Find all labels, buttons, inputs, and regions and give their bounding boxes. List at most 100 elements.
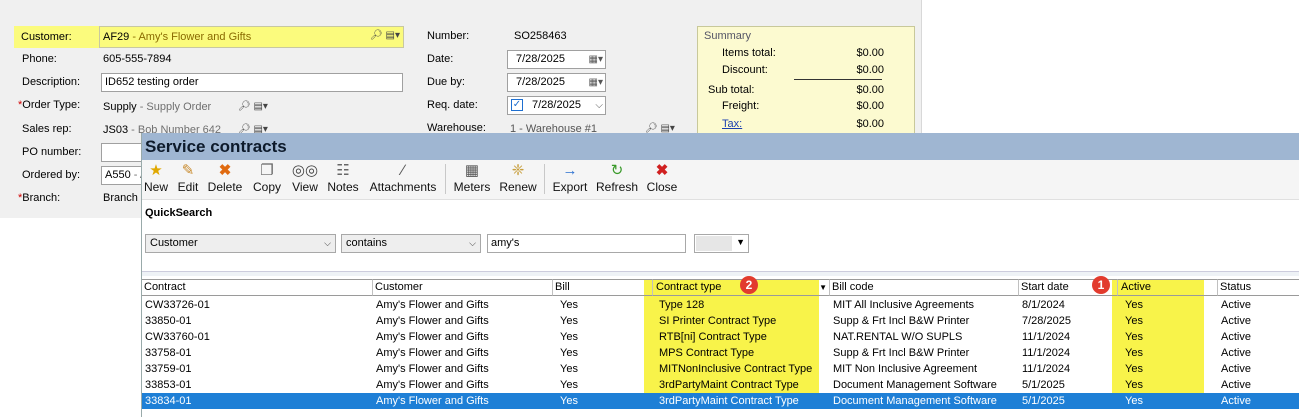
cell-contract-type: Type 128 [659, 299, 705, 311]
pencil-icon: ✎ [181, 162, 195, 179]
quicksearch-label: QuickSearch [145, 207, 213, 219]
cell-bill-code: Document Management Software [833, 395, 997, 407]
cell-bill: Yes [560, 347, 578, 359]
cell-start-date: 11/1/2024 [1022, 363, 1071, 375]
customer-field[interactable]: AF29 - Amy's Flower and Gifts 🔎︎ ▤▾ [99, 26, 404, 48]
export-button[interactable]: → Export [551, 162, 589, 194]
chevron-down-icon[interactable]: ⌵ [595, 98, 603, 113]
quicksearch-operator-select[interactable]: contains ⌵ [341, 234, 481, 253]
cell-status: Active [1221, 363, 1251, 375]
cell-bill: Yes [560, 379, 578, 391]
cell-customer: Amy's Flower and Gifts [376, 363, 489, 375]
dropdown-arrow-icon: ▼ [736, 237, 745, 247]
table-row[interactable]: 33759-01 Amy's Flower and Gifts Yes MITNonI… [142, 361, 1299, 377]
binoculars-icon: ◎◎ [291, 162, 319, 179]
contracts-grid: Contract Customer Bill Contract type ▼ Bi… [142, 276, 1299, 417]
attachments-button[interactable]: ∕ Attachments [368, 162, 438, 194]
export-icon: → [562, 162, 578, 179]
star-icon: ★ [149, 162, 163, 179]
col-customer[interactable]: Customer [373, 279, 553, 296]
cell-start-date: 7/28/2025 [1022, 315, 1071, 327]
notes-button[interactable]: ☷ Notes [326, 162, 360, 194]
cell-active: Yes [1125, 315, 1143, 327]
cell-bill: Yes [560, 395, 578, 407]
ordered-by-field[interactable]: A550 - A [101, 166, 143, 185]
cell-contract: 33853-01 [145, 379, 192, 391]
req-date-label: Req. date: [427, 99, 478, 111]
branch-label: *Branch: [18, 192, 61, 204]
table-row[interactable]: 33758-01 Amy's Flower and Gifts Yes MPS Con… [142, 345, 1299, 361]
order-type-lookup-icon[interactable]: 🔎︎ ▤▾ [238, 101, 268, 112]
col-bill[interactable]: Bill [553, 279, 653, 296]
table-row[interactable]: CW33726-01 Amy's Flower and Gifts Yes Type … [142, 297, 1299, 313]
cell-start-date: 5/1/2025 [1022, 395, 1065, 407]
close-button[interactable]: ✖ Close [645, 162, 679, 194]
branch-value[interactable]: Branch [103, 192, 138, 204]
cell-bill: Yes [560, 363, 578, 375]
due-by-field[interactable]: 7/28/2025 ▦▾ [507, 73, 606, 92]
description-field[interactable]: ID652 testing order [101, 73, 403, 92]
copy-button[interactable]: ❐ Copy [251, 162, 283, 194]
cell-start-date: 5/1/2025 [1022, 379, 1065, 391]
calendar-icon[interactable]: ▦▾ [589, 75, 603, 90]
refresh-button[interactable]: ↻ Refresh [596, 162, 638, 194]
table-row[interactable]: 33853-01 Amy's Flower and Gifts Yes 3rdPart… [142, 377, 1299, 393]
date-field[interactable]: 7/28/2025 ▦▾ [507, 50, 606, 69]
table-row[interactable]: CW33760-01 Amy's Flower and Gifts Yes RTB[n… [142, 329, 1299, 345]
cell-active: Yes [1125, 379, 1143, 391]
view-button[interactable]: ◎◎ View [290, 162, 320, 194]
refresh-icon: ↻ [610, 162, 624, 179]
table-row[interactable]: 33850-01 Amy's Flower and Gifts Yes SI Prin… [142, 313, 1299, 329]
quicksearch-input[interactable]: amy's [487, 234, 686, 253]
delete-x-icon: ✖ [218, 162, 232, 179]
cell-active: Yes [1125, 363, 1143, 375]
req-date-field[interactable]: ✓ 7/28/2025 ⌵ [507, 96, 606, 115]
quicksearch-field-select[interactable]: Customer ⌵ [145, 234, 336, 253]
cell-contract-type: 3rdPartyMaint Contract Type [659, 395, 799, 407]
col-active[interactable]: Active [1118, 279, 1218, 296]
cell-customer: Amy's Flower and Gifts [376, 299, 489, 311]
sort-arrow-icon: ▼ [819, 283, 827, 292]
cell-active: Yes [1125, 331, 1143, 343]
lookup-icon[interactable]: 🔎︎ ▤▾ [370, 27, 400, 44]
cell-active: Yes [1125, 299, 1143, 311]
cell-start-date: 11/1/2024 [1022, 331, 1071, 343]
cell-start-date: 8/1/2024 [1022, 299, 1065, 311]
edit-button[interactable]: ✎ Edit [176, 162, 200, 194]
cell-status: Active [1221, 379, 1251, 391]
annotation-badge-1: 1 [1092, 276, 1110, 294]
meters-button[interactable]: ▦ Meters [452, 162, 492, 194]
order-type-label: *Order Type: [18, 99, 81, 111]
col-bill-code[interactable]: Bill code [830, 279, 1019, 296]
delete-button[interactable]: ✖ Delete [207, 162, 243, 194]
new-button[interactable]: ★ New [143, 162, 169, 194]
col-contract[interactable]: Contract [142, 279, 373, 296]
renew-button[interactable]: ❈ Renew [499, 162, 537, 194]
cell-customer: Amy's Flower and Gifts [376, 331, 489, 343]
toolbar: ★ New ✎ Edit ✖ Delete ❐ Copy ◎◎ View ☷ Notes ∕… [142, 160, 1299, 200]
grid-splitter[interactable] [142, 271, 1299, 276]
po-number-label: PO number: [22, 146, 82, 158]
meters-icon: ▦ [464, 162, 480, 179]
date-label: Date: [427, 53, 454, 65]
toolbar-separator [544, 164, 545, 194]
tax-link[interactable]: Tax: [722, 118, 742, 130]
customer-label: Customer: [14, 26, 101, 48]
cell-contract: 33759-01 [145, 363, 192, 375]
cell-customer: Amy's Flower and Gifts [376, 395, 489, 407]
copy-icon: ❐ [260, 162, 274, 179]
req-date-checkbox[interactable]: ✓ [511, 99, 523, 111]
order-type-field[interactable]: Supply - Supply Order 🔎︎ ▤▾ [103, 101, 273, 113]
cell-active: Yes [1125, 347, 1143, 359]
annotation-badge-2: 2 [740, 276, 758, 294]
cell-bill: Yes [560, 331, 578, 343]
cell-status: Active [1221, 315, 1251, 327]
po-number-field[interactable] [101, 143, 143, 162]
due-by-label: Due by: [427, 76, 465, 88]
quicksearch-color-picker[interactable]: ▼ [694, 234, 749, 253]
customer-code: AF29 [103, 31, 130, 43]
table-row[interactable]: 33834-01 Amy's Flower and Gifts Yes 3rdPart… [142, 393, 1299, 409]
paperclip-icon: ∕ [401, 162, 405, 179]
col-status[interactable]: Status [1218, 279, 1299, 296]
calendar-icon[interactable]: ▦▾ [589, 52, 603, 67]
